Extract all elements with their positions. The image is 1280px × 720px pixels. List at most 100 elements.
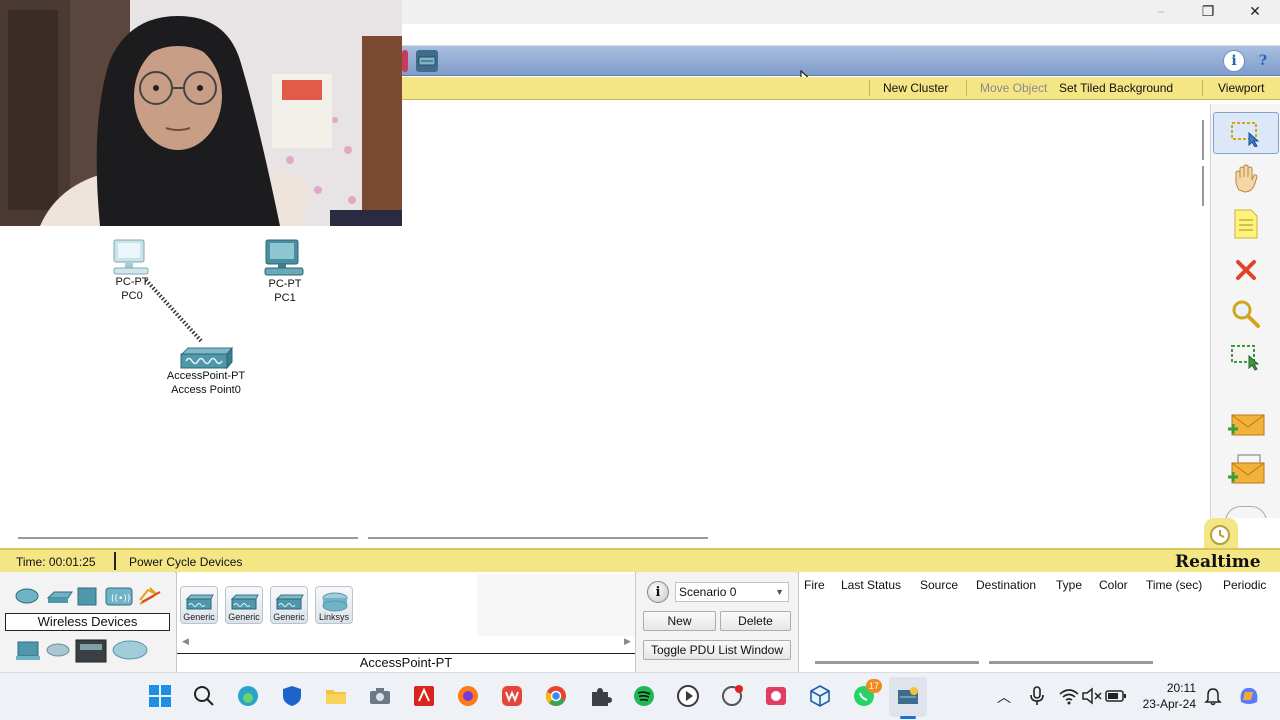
workspace-vertical-scrollbar[interactable] bbox=[1200, 104, 1210, 524]
new-scenario-button[interactable]: New bbox=[643, 611, 716, 631]
security-shield-icon[interactable] bbox=[279, 683, 305, 709]
delete-tool-icon[interactable] bbox=[1225, 250, 1267, 290]
logical-workspace-bar: New Cluster Move Object Set Tiled Backgr… bbox=[402, 77, 1280, 100]
file-explorer-icon[interactable] bbox=[323, 683, 349, 709]
workspace-horizontal-scrollbar[interactable] bbox=[0, 530, 1210, 546]
pc1-icon[interactable] bbox=[262, 238, 306, 278]
separator bbox=[1202, 80, 1203, 96]
column-header[interactable]: Time (sec) bbox=[1146, 578, 1202, 592]
device-thumb-label: Generic bbox=[183, 612, 215, 622]
record-app-icon[interactable] bbox=[719, 683, 745, 709]
clock-date[interactable]: 23-Apr-24 bbox=[1126, 697, 1196, 711]
device-thumb-label: Linksys bbox=[318, 612, 349, 622]
time-display: Time: 00:01:25 bbox=[16, 555, 96, 569]
device-thumb[interactable]: Generic bbox=[225, 586, 263, 624]
notification-badge: 17 bbox=[866, 679, 882, 693]
new-cluster-button[interactable]: New Cluster bbox=[883, 81, 948, 95]
power-cycle-devices-button[interactable]: Power Cycle Devices bbox=[129, 555, 242, 569]
note-tool-icon[interactable] bbox=[1225, 204, 1267, 244]
column-header[interactable]: Type bbox=[1056, 578, 1082, 592]
device-type-icons-row[interactable]: ((•)) bbox=[14, 584, 164, 608]
column-header[interactable]: Periodic bbox=[1223, 578, 1266, 592]
node-model-label: PC-PT bbox=[268, 278, 302, 290]
toolbar-edge-icon[interactable] bbox=[402, 50, 408, 72]
set-tiled-background-button[interactable]: Set Tiled Background bbox=[1059, 81, 1173, 95]
clock-time[interactable]: 20:11 bbox=[1136, 681, 1196, 695]
wireless-device-icons-row[interactable] bbox=[14, 636, 164, 666]
viewport-button[interactable]: Viewport bbox=[1218, 81, 1264, 95]
main-toolbar: i ? bbox=[402, 46, 1280, 88]
camera-icon[interactable] bbox=[367, 683, 393, 709]
column-header[interactable]: Fire bbox=[804, 578, 825, 592]
column-header[interactable]: Destination bbox=[976, 578, 1036, 592]
close-button[interactable]: ✕ bbox=[1232, 0, 1278, 24]
column-header[interactable]: Source bbox=[920, 578, 958, 592]
scenario-select[interactable]: Scenario 0 ▼ bbox=[675, 582, 789, 602]
menu-strip bbox=[402, 24, 1280, 46]
edge-browser-icon[interactable] bbox=[235, 683, 261, 709]
device-list-empty-area bbox=[477, 574, 635, 636]
puzzle-app-icon[interactable] bbox=[587, 683, 613, 709]
add-complex-pdu-icon[interactable] bbox=[1225, 450, 1267, 490]
windows-start-icon[interactable] bbox=[147, 683, 173, 709]
hand-tool-icon[interactable] bbox=[1225, 158, 1267, 198]
chrome-icon[interactable] bbox=[543, 683, 569, 709]
virtualbox-icon[interactable] bbox=[807, 683, 833, 709]
clock-icon bbox=[1204, 518, 1238, 548]
device-thumb-label: Generic bbox=[273, 612, 305, 622]
info-icon[interactable]: i bbox=[1223, 50, 1245, 72]
resize-shape-tool-icon[interactable] bbox=[1225, 338, 1267, 378]
column-header[interactable]: Color bbox=[1099, 578, 1128, 592]
delete-scenario-button[interactable]: Delete bbox=[720, 611, 791, 631]
pdf-app-icon[interactable] bbox=[411, 683, 437, 709]
select-tool-icon[interactable] bbox=[1213, 112, 1279, 154]
pc0-icon[interactable] bbox=[110, 238, 152, 278]
webcam-image bbox=[0, 0, 402, 226]
webcam-overlay bbox=[0, 0, 402, 226]
device-list-scrollbar[interactable]: ◀ ▶ bbox=[180, 636, 632, 650]
device-thumb[interactable]: Generic bbox=[180, 586, 218, 624]
move-object-button[interactable]: Move Object bbox=[980, 81, 1047, 95]
screen-recorder-icon[interactable] bbox=[763, 683, 789, 709]
scenario-info-icon[interactable]: i bbox=[647, 581, 669, 603]
notifications-bell-icon[interactable] bbox=[1200, 683, 1226, 709]
packet-tracer-icon[interactable] bbox=[895, 683, 921, 709]
speaker-muted-icon[interactable] bbox=[1079, 683, 1105, 709]
node-name-label: Access Point0 bbox=[171, 384, 241, 396]
minimize-button[interactable]: – bbox=[1138, 0, 1184, 24]
realtime-mode-label[interactable]: Realtime bbox=[1175, 552, 1261, 572]
access-point-icon[interactable] bbox=[178, 344, 234, 372]
toggle-pdu-list-button[interactable]: Toggle PDU List Window bbox=[643, 640, 791, 660]
maximize-button[interactable]: ❐ bbox=[1185, 0, 1231, 24]
device-thumb[interactable]: Linksys bbox=[315, 586, 353, 624]
add-simple-pdu-icon[interactable] bbox=[1225, 404, 1267, 444]
search-icon[interactable] bbox=[191, 683, 217, 709]
scenario-panel: i Scenario 0 ▼ New Delete Toggle PDU Lis… bbox=[637, 572, 797, 672]
copilot-icon[interactable] bbox=[1236, 683, 1262, 709]
chevron-down-icon: ▼ bbox=[775, 587, 784, 597]
node-model-label: PC-PT bbox=[115, 276, 149, 288]
device-category-label: Wireless Devices bbox=[5, 613, 170, 631]
media-player-icon[interactable] bbox=[675, 683, 701, 709]
show-hidden-icons-icon[interactable]: ︿ bbox=[997, 687, 1011, 707]
pdu-list-scrollbar[interactable] bbox=[815, 661, 979, 664]
separator bbox=[966, 80, 967, 96]
microphone-icon[interactable] bbox=[1024, 683, 1050, 709]
firefox-icon[interactable] bbox=[455, 683, 481, 709]
pdu-list-scrollbar[interactable] bbox=[989, 661, 1153, 664]
svg-text:((•)): ((•)) bbox=[111, 594, 130, 604]
pdu-list-table: Fire Last Status Source Destination Type… bbox=[798, 572, 1280, 672]
device-category-panel: ((•)) Wireless Devices bbox=[0, 572, 175, 672]
spotify-icon[interactable] bbox=[631, 683, 657, 709]
node-name-label: PC0 bbox=[121, 290, 143, 302]
inspect-tool-icon[interactable] bbox=[1225, 294, 1267, 334]
device-thumb[interactable]: Generic bbox=[270, 586, 308, 624]
node-model-label: AccessPoint-PT bbox=[166, 370, 246, 382]
network-device-icon[interactable] bbox=[416, 50, 438, 72]
help-icon[interactable]: ? bbox=[1252, 50, 1274, 72]
device-thumb-label: Generic bbox=[228, 612, 260, 622]
active-indicator bbox=[900, 716, 916, 719]
column-header[interactable]: Last Status bbox=[841, 578, 901, 592]
wps-office-icon[interactable] bbox=[499, 683, 525, 709]
node-name-label: PC1 bbox=[274, 292, 296, 304]
